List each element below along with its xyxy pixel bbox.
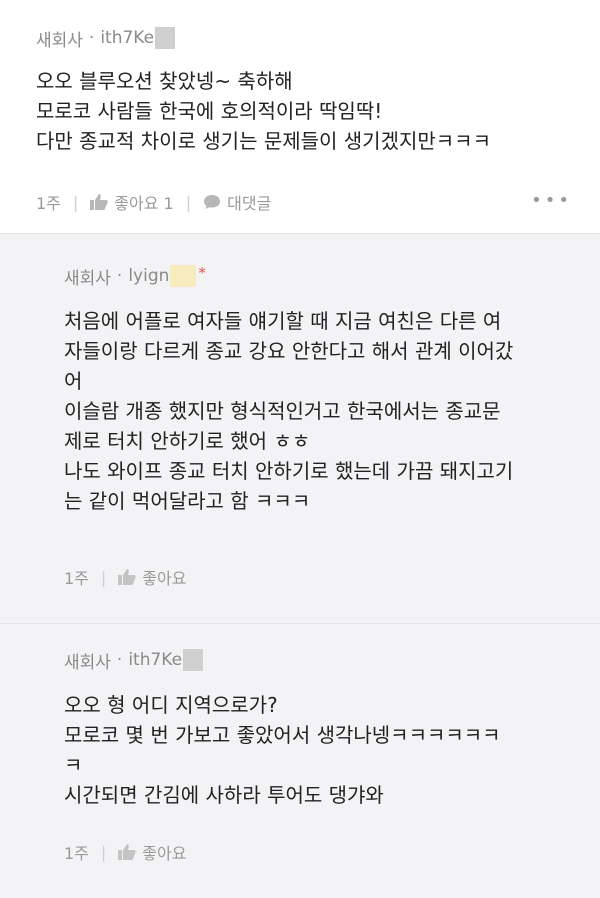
redaction-mask [183,649,204,671]
comment-meta: 새회사 · ith7Ke [36,26,600,51]
like-button[interactable]: 좋아요 [142,840,186,864]
meta-separator: · [116,650,123,670]
timestamp: 1주 [36,194,61,213]
speech-bubble-icon[interactable] [203,194,221,210]
redaction-mask [170,265,197,287]
author-company: 새회사 [64,652,111,673]
comment-line: 어 [64,369,83,393]
comment-line: ㅋ [64,753,83,777]
author-id[interactable]: ith7Ke [100,28,154,48]
more-dots-icon[interactable]: ••• [531,190,572,211]
comment-meta: 새회사 · lyign * [64,264,600,289]
meta-separator: · [116,266,123,286]
like-button[interactable]: 좋아요 1 [114,190,173,214]
thumbs-up-icon[interactable] [90,194,108,210]
like-button[interactable]: 좋아요 [142,565,186,589]
action-divider: | [100,842,107,862]
timestamp: 1주 [64,569,89,588]
comment-actions: 1주 | 좋아요 1 | 대댓글 [36,190,271,214]
reply-button[interactable]: 대댓글 [227,190,271,214]
comment-line: 오오 블루오션 찾았넹~ 축하해 [36,69,293,93]
author-company: 새회사 [36,30,83,51]
thumbs-up-icon[interactable] [118,844,136,860]
timestamp: 1주 [64,844,89,863]
comment-line: 처음에 어플로 여자들 얘기할 때 지금 여친은 다른 여 [64,309,502,333]
comment-body: 오오 블루오션 찾았넹~ 축하해 모로코 사람들 한국에 호의적이라 딱임딱! … [36,66,600,156]
action-divider: | [185,192,192,212]
comment-actions: 1주 | 좋아요 [64,565,186,589]
comment-line: 시간되면 간김에 사하라 투어도 댕갸와 [64,783,384,807]
comment-body: 오오 형 어디 지역으로가? 모로코 몇 번 가보고 좋았어서 생각나넹ㅋㅋㅋㅋ… [64,690,600,810]
thumbs-up-icon[interactable] [118,569,136,585]
author-id[interactable]: lyign [128,266,169,286]
meta-separator: · [88,28,95,48]
comment-line: 이슬람 개종 했지만 형식적인거고 한국에서는 종교문 [64,399,501,423]
comment-line: 모로코 사람들 한국에 호의적이라 딱임딱! [36,99,383,123]
comment-meta: 새회사 · ith7Ke [64,648,600,673]
action-divider: | [100,567,107,587]
comment-body: 처음에 어플로 여자들 얘기할 때 지금 여친은 다른 여 자들이랑 다르게 종… [64,306,600,516]
action-divider: | [72,192,79,212]
comment-line: 자들이랑 다르게 종교 강요 안한다고 해서 관계 이어갔 [64,339,514,363]
comment-actions: 1주 | 좋아요 [64,840,186,864]
redaction-mask [155,27,176,49]
comment-line: 모로코 몇 번 가보고 좋았어서 생각나넹ㅋㅋㅋㅋㅋㅋ [64,723,501,747]
comment-line: 다만 종교적 차이로 생기는 문제들이 생기겠지만ㅋㅋㅋ [36,129,491,153]
comment-line: 오오 형 어디 지역으로가? [64,693,278,717]
comment-line: 는 같이 먹어달라고 함 ㅋㅋㅋ [64,489,311,513]
comment-line: 나도 와이프 종교 터치 안하기로 했는데 가끔 돼지고기 [64,459,514,483]
author-id[interactable]: ith7Ke [128,650,182,670]
author-star-badge: * [198,264,206,282]
author-company: 새회사 [64,268,111,289]
comment-line: 제로 터치 안하기로 했어 ㅎㅎ [64,429,311,453]
